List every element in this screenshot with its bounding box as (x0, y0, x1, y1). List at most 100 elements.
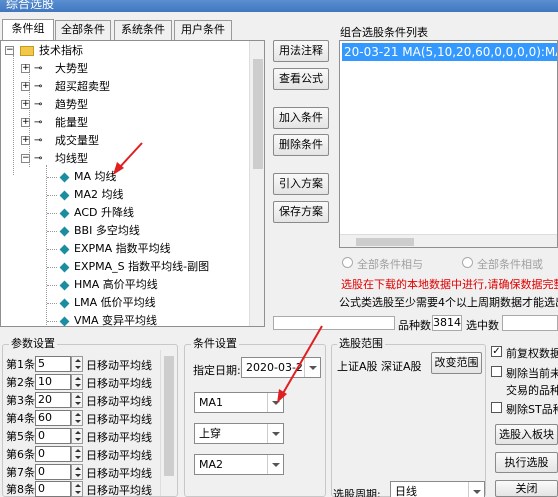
tree-connector (47, 267, 57, 268)
tree-connector (13, 55, 14, 175)
chevron-down-icon[interactable] (267, 424, 283, 443)
spinner-icon[interactable] (71, 446, 83, 462)
spinner-icon[interactable] (71, 481, 83, 497)
key-icon: ⊸ (34, 117, 43, 128)
compare-line-select[interactable]: MA2 (194, 454, 284, 475)
scrollbar-thumb[interactable] (253, 59, 263, 169)
tree-connector (46, 165, 47, 325)
conditions-list[interactable]: 20-03-21 MA(5,10,20,60,0,0,0,0):MA1 (339, 40, 558, 248)
spinner-icon[interactable] (71, 428, 83, 444)
collapse-icon[interactable]: − (5, 46, 14, 55)
param-input-5[interactable]: 0 (35, 428, 71, 444)
params-scrollbar[interactable] (160, 350, 176, 496)
tab-user-conditions[interactable]: 用户条件 (174, 20, 232, 40)
expand-icon[interactable]: + (21, 136, 30, 145)
tab-system-conditions[interactable]: 系统条件 (114, 20, 172, 40)
expand-icon[interactable]: + (21, 100, 30, 109)
param-input-6[interactable]: 0 (35, 446, 71, 462)
spinner-icon[interactable] (71, 392, 83, 408)
param-input-4[interactable]: 60 (35, 410, 71, 426)
operator-value: 上穿 (199, 427, 221, 440)
indicator-icon (59, 208, 70, 219)
tree-scrollbar[interactable] (249, 41, 264, 326)
tree-leaf-label: ACD 升降线 (74, 206, 134, 219)
remove-untraded-label-2: 交易的品种 (506, 384, 558, 397)
add-to-block-button[interactable]: 选股入板块 (495, 424, 558, 445)
remove-untraded-checkbox[interactable] (491, 366, 502, 377)
spinner-icon[interactable] (71, 410, 83, 426)
param-input-1[interactable]: 5 (35, 356, 71, 372)
tree-connector (47, 321, 57, 322)
param-row: 第8条 (6, 481, 35, 497)
variety-count-label: 品种数 (398, 319, 431, 332)
date-value: 2020-03-21 (246, 361, 310, 374)
spinner-icon[interactable] (71, 356, 83, 372)
save-scheme-button[interactable]: 保存方案 (273, 201, 329, 223)
or-radio[interactable] (462, 257, 473, 268)
param-unit: 日移动平均线 (86, 467, 152, 480)
param-unit: 日移动平均线 (86, 395, 152, 408)
usage-notes-button[interactable]: 用法注释 (273, 40, 329, 62)
param-unit: 日移动平均线 (86, 431, 152, 444)
scrollbar-thumb[interactable] (356, 238, 414, 246)
variety-count-value: 3814 (432, 315, 462, 331)
and-radio-label: 全部条件相与 (357, 258, 423, 271)
tree-node-label: 超买超卖型 (55, 80, 110, 93)
indicator-line-select[interactable]: MA1 (194, 392, 284, 413)
tree-connector (47, 285, 57, 286)
tree-leaf-label: BBI 多空均线 (74, 224, 140, 237)
param-label: 第7条 (6, 466, 35, 479)
view-formula-button[interactable]: 查看公式 (273, 68, 329, 90)
indicator-icon (59, 262, 70, 273)
expand-icon[interactable]: + (21, 118, 30, 127)
param-unit: 日移动平均线 (86, 449, 152, 462)
list-hscrollbar[interactable] (340, 234, 557, 247)
period-label: 选股周期: (333, 488, 381, 497)
param-input-8[interactable]: 0 (35, 481, 71, 497)
change-range-button[interactable]: 改变范围 (431, 352, 482, 374)
import-scheme-button[interactable]: 引入方案 (273, 173, 329, 195)
and-radio[interactable] (342, 257, 353, 268)
param-row: 第2条 (6, 374, 35, 390)
execute-screening-button[interactable]: 执行选股 (495, 452, 558, 473)
chevron-down-icon[interactable] (304, 358, 320, 377)
collapse-icon[interactable]: − (21, 154, 30, 163)
indicator-tree[interactable]: − 技术指标 + ⊸ 大势型 + ⊸ 超买超卖型 + ⊸ 趋势型 + ⊸ 能量型… (0, 40, 265, 327)
title-bar: 综合选股 (0, 0, 558, 12)
tree-connector (47, 213, 57, 214)
operator-select[interactable]: 上穿 (194, 423, 284, 444)
param-row: 第6条 (6, 446, 35, 462)
key-icon: ⊸ (34, 81, 43, 92)
expand-icon[interactable]: + (21, 82, 30, 91)
chevron-down-icon[interactable] (267, 393, 283, 412)
tree-leaf-label: MA 均线 (74, 170, 117, 183)
warning-text-local-data: 选股在下载的本地数据中进行,请确保数据完整 (341, 278, 558, 291)
tab-all-conditions[interactable]: 全部条件 (55, 20, 111, 40)
folder-icon (20, 46, 34, 56)
tab-condition-group[interactable]: 条件组 (2, 19, 54, 41)
param-input-7[interactable]: 0 (35, 464, 71, 480)
remove-st-checkbox[interactable] (491, 402, 502, 413)
chevron-down-icon[interactable] (267, 455, 283, 474)
key-icon: ⊸ (34, 99, 43, 110)
or-radio-label: 全部条件相或 (477, 258, 543, 271)
expand-icon[interactable]: + (21, 64, 30, 73)
param-input-3[interactable]: 20 (35, 392, 71, 408)
date-picker[interactable]: 2020-03-21 (241, 357, 321, 378)
condition-settings-title: 条件设置 (191, 337, 239, 351)
period-select[interactable]: 日线 (390, 481, 485, 497)
scrollbar-thumb[interactable] (164, 356, 174, 476)
period-value: 日线 (395, 485, 417, 497)
close-button[interactable]: 关闭 (495, 480, 558, 497)
chevron-down-icon[interactable] (468, 482, 484, 497)
spinner-icon[interactable] (71, 464, 83, 480)
tree-leaf-label: HMA 高价平均线 (74, 278, 158, 291)
delete-condition-button[interactable]: 删除条件 (273, 134, 329, 156)
params-title: 参数设置 (9, 337, 57, 351)
add-condition-button[interactable]: 加入条件 (273, 107, 329, 129)
param-input-2[interactable]: 10 (35, 374, 71, 390)
restore-rights-checkbox[interactable]: ✓ (491, 346, 502, 357)
spinner-icon[interactable] (71, 374, 83, 390)
param-row: 第3条 (6, 392, 35, 408)
condition-list-item[interactable]: 20-03-21 MA(5,10,20,60,0,0,0,0):MA1 (342, 43, 557, 61)
